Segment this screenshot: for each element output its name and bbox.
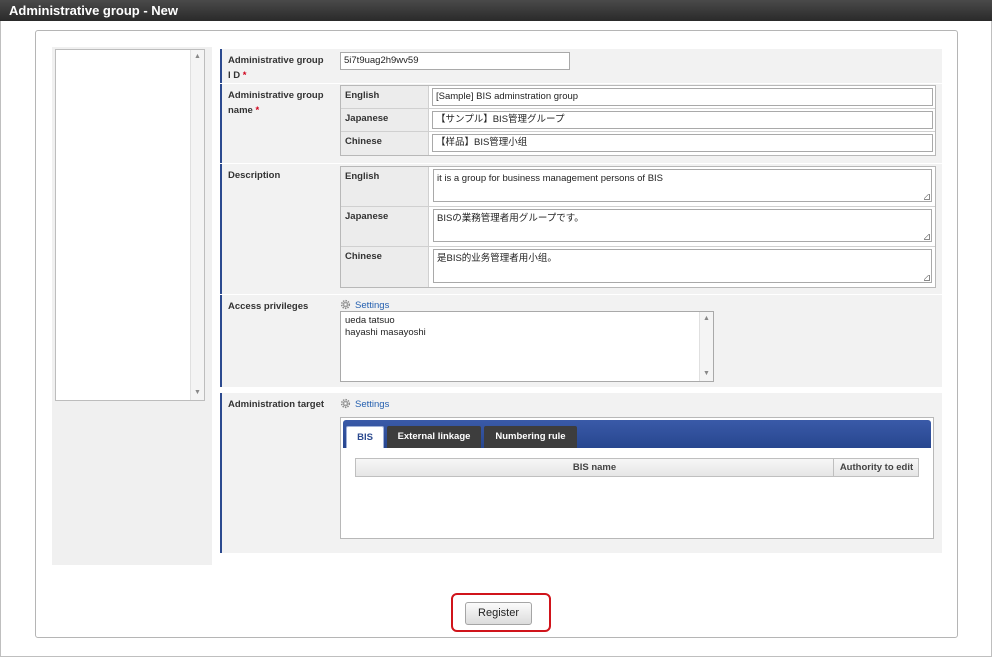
- textarea-text: BISの業務管理者用グループです。: [437, 213, 584, 224]
- required-mark: *: [255, 105, 260, 116]
- access-privileges-content: Settings ueda tatsuo hayashi masayoshi ▲…: [334, 295, 942, 387]
- side-list-scrollbar[interactable]: ▲ ▼: [190, 50, 204, 400]
- group-name-label-text: Administrative group name: [228, 90, 324, 116]
- scroll-up-icon[interactable]: ▲: [700, 313, 713, 325]
- side-list[interactable]: ▲ ▼: [55, 49, 205, 401]
- textarea-text: it is a group for business management pe…: [437, 173, 664, 184]
- lang-label: Japanese: [341, 207, 429, 246]
- register-highlight: Register: [451, 593, 551, 632]
- lang-cell: BISの業務管理者用グループです。: [430, 207, 935, 246]
- description-table: English it is a group for business manag…: [340, 166, 936, 288]
- gear-icon: [340, 299, 351, 310]
- group-name-chinese-input[interactable]: 【样品】BIS管理小组: [432, 134, 933, 152]
- row-group-name: Administrative group name * English [Sam…: [212, 84, 942, 163]
- lang-cell: [Sample] BIS adminstration group: [430, 86, 935, 108]
- description-japanese-textarea[interactable]: BISの業務管理者用グループです。: [433, 209, 932, 242]
- group-id-label: Administrative group I D *: [220, 49, 334, 83]
- lang-label: Japanese: [341, 109, 429, 131]
- scroll-down-icon[interactable]: ▼: [191, 387, 204, 399]
- lang-label: Chinese: [341, 247, 429, 287]
- lang-cell: it is a group for business management pe…: [430, 167, 935, 206]
- resize-handle-icon[interactable]: [924, 234, 930, 240]
- main-panel: ▲ ▼ Administrative group I D * 5i7t9uag2…: [35, 30, 958, 638]
- group-name-row-chinese: Chinese 【样品】BIS管理小组: [341, 132, 935, 155]
- lang-label: English: [341, 86, 429, 108]
- tab-numbering-rule[interactable]: Numbering rule: [484, 426, 577, 448]
- description-content: English it is a group for business manag…: [334, 164, 942, 294]
- row-administration-target: Administration target Settings BIS Exter…: [212, 393, 942, 553]
- list-item: ueda tatsuo: [345, 315, 395, 326]
- lang-label: Chinese: [341, 132, 429, 155]
- description-row-english: English it is a group for business manag…: [341, 167, 935, 207]
- form-area: Administrative group I D * 5i7t9uag2h9wv…: [212, 47, 942, 565]
- administration-target-box: BIS External linkage Numbering rule BIS …: [340, 417, 934, 539]
- access-settings-link[interactable]: Settings: [340, 299, 389, 311]
- column-authority-to-edit[interactable]: Authority to edit: [835, 459, 918, 476]
- description-chinese-textarea[interactable]: 是BIS的业务管理者用小组。: [433, 249, 932, 283]
- row-group-id: Administrative group I D * 5i7t9uag2h9wv…: [212, 49, 942, 83]
- lang-cell: 【样品】BIS管理小组: [430, 132, 935, 155]
- textarea-text: 是BIS的业务管理者用小组。: [437, 253, 557, 264]
- row-description: Description English it is a group for bu…: [212, 164, 942, 294]
- access-privileges-list[interactable]: ueda tatsuo hayashi masayoshi ▲ ▼: [340, 311, 714, 382]
- column-bis-name[interactable]: BIS name: [356, 459, 834, 476]
- scroll-down-icon[interactable]: ▼: [700, 368, 713, 380]
- tab-bar: BIS External linkage Numbering rule: [343, 420, 931, 448]
- lang-cell: 【サンプル】BIS管理グループ: [430, 109, 935, 131]
- group-name-japanese-input[interactable]: 【サンプル】BIS管理グループ: [432, 111, 933, 129]
- access-privileges-label: Access privileges: [220, 295, 334, 387]
- description-row-japanese: Japanese BISの業務管理者用グループです。: [341, 207, 935, 247]
- scroll-up-icon[interactable]: ▲: [191, 51, 204, 63]
- description-english-textarea[interactable]: it is a group for business management pe…: [433, 169, 932, 202]
- tab-external-linkage[interactable]: External linkage: [387, 426, 481, 448]
- group-name-row-japanese: Japanese 【サンプル】BIS管理グループ: [341, 109, 935, 132]
- group-name-english-input[interactable]: [Sample] BIS adminstration group: [432, 88, 933, 106]
- required-mark: *: [242, 70, 247, 81]
- resize-handle-icon[interactable]: [924, 194, 930, 200]
- group-name-table: English [Sample] BIS adminstration group…: [340, 85, 936, 156]
- administration-target-content: Settings BIS External linkage Numbering …: [334, 393, 942, 553]
- gear-icon: [340, 398, 351, 409]
- group-id-content: 5i7t9uag2h9wv59: [334, 49, 942, 83]
- register-button[interactable]: Register: [465, 602, 532, 625]
- panel-inner: ▲ ▼ Administrative group I D * 5i7t9uag2…: [52, 47, 942, 565]
- description-row-chinese: Chinese 是BIS的业务管理者用小组。: [341, 247, 935, 287]
- privileges-scrollbar[interactable]: ▲ ▼: [699, 312, 713, 381]
- lang-cell: 是BIS的业务管理者用小组。: [430, 247, 935, 287]
- group-name-label: Administrative group name *: [220, 84, 334, 163]
- tab-bis[interactable]: BIS: [346, 426, 384, 448]
- lang-label: English: [341, 167, 429, 206]
- group-id-input[interactable]: 5i7t9uag2h9wv59: [340, 52, 570, 70]
- administration-target-label: Administration target: [220, 393, 334, 553]
- group-name-content: English [Sample] BIS adminstration group…: [334, 84, 942, 163]
- window-title: Administrative group - New: [0, 0, 992, 21]
- list-item: hayashi masayoshi: [345, 327, 426, 338]
- resize-handle-icon[interactable]: [924, 275, 930, 281]
- row-access-privileges: Access privileges Settings ueda tatsuo h…: [212, 295, 942, 387]
- group-name-row-english: English [Sample] BIS adminstration group: [341, 86, 935, 109]
- settings-label: Settings: [355, 300, 390, 311]
- target-settings-link[interactable]: Settings: [340, 398, 389, 410]
- bis-grid-header: BIS name Authority to edit: [355, 458, 919, 477]
- settings-label: Settings: [355, 399, 390, 410]
- description-label: Description: [220, 164, 334, 294]
